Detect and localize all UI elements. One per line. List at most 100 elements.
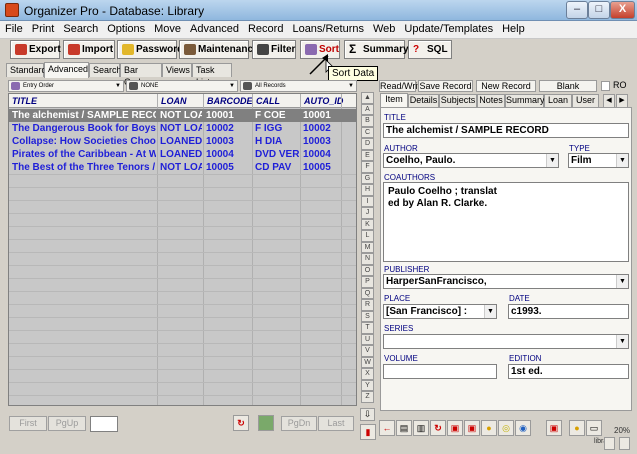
letter-index-x[interactable]: X [361,368,374,380]
order-select[interactable]: Entry Order ▼ [8,80,124,92]
menu-print[interactable]: Print [27,21,59,35]
chevron-down-icon[interactable]: ▼ [616,154,628,167]
sql-button[interactable]: ? SQL [408,40,452,59]
summary-button[interactable]: Σ Summary [344,40,409,59]
letter-index-r[interactable]: R [361,299,374,311]
print-icon[interactable]: ▤ [396,420,412,436]
table-row[interactable]: The Best of the Three Tenors / S NOT LOAN… [9,161,356,174]
letter-index-b[interactable]: B [361,115,374,127]
letter-index-e[interactable]: E [361,149,374,161]
library-icon[interactable] [619,437,630,450]
trash-icon[interactable]: ▥ [413,420,429,436]
scroll-up-arrow[interactable]: ▲ [361,92,374,104]
tab-bar-code[interactable]: Bar Code [120,63,162,87]
volume-field[interactable] [383,364,497,379]
letter-index-c[interactable]: C [361,126,374,138]
refresh-icon[interactable]: ↻ [430,420,446,436]
letter-index-g[interactable]: G [361,172,374,184]
chevron-down-icon[interactable]: ▼ [484,305,496,318]
column-title[interactable]: TITLE [12,96,37,106]
column-call[interactable]: CALL [256,96,280,106]
new-record-button[interactable]: New Record [476,80,536,92]
menu-web[interactable]: Web [368,21,399,35]
ro-checkbox[interactable] [601,81,610,91]
menu-help[interactable]: Help [497,21,529,35]
tab-standard[interactable]: Standard [6,63,47,77]
column-loan[interactable]: LOAN [161,96,187,106]
date-field[interactable]: c1993. [508,304,629,319]
record-number-input[interactable] [90,416,118,432]
letter-index-k[interactable]: K [361,218,374,230]
letter-index-w[interactable]: W [361,356,374,368]
letter-index-t[interactable]: T [361,322,374,334]
tab-item[interactable]: Item [380,93,408,107]
tab-loan[interactable]: Loan [544,94,572,107]
tab-task-list[interactable]: Task List [192,63,232,87]
lightbulb-icon[interactable]: ● [481,420,497,436]
letter-index-d[interactable]: D [361,138,374,150]
grid-view-icon[interactable] [258,415,274,431]
letter-index-s[interactable]: S [361,310,374,322]
letter-index-u[interactable]: U [361,333,374,345]
chevron-down-icon[interactable]: ▼ [546,154,558,167]
warning-icon[interactable]: ▮ [360,424,376,440]
menu-advanced[interactable]: Advanced [185,21,243,35]
menu-file[interactable]: File [0,21,27,35]
minimize-button[interactable]: – [566,1,588,19]
table-row[interactable]: Pirates of the Caribbean - At Wo LOANED O… [9,148,356,161]
scroll-down-arrow[interactable]: ⇩ [360,408,375,421]
pgdn-button[interactable]: PgDn [281,416,317,431]
maintenance-button[interactable]: Maintenance [179,40,259,59]
menu-move[interactable]: Move [149,21,185,35]
first-button[interactable]: First [9,416,47,431]
table-row[interactable]: The Dangerous Book for Boys / S NOT LOANE… [9,122,356,135]
letter-index-m[interactable]: M [361,241,374,253]
copy-record-icon[interactable]: ▣ [447,420,463,436]
menu-record[interactable]: Record [243,21,287,35]
blank-button[interactable]: Blank [539,80,597,92]
tab-search[interactable]: Search [89,63,122,77]
tab-scroll-right-icon[interactable]: ▶ [616,94,628,107]
menu-update-templates[interactable]: Update/Templates [399,21,497,35]
chevron-down-icon[interactable]: ▼ [616,275,628,288]
export-record-icon[interactable]: ▣ [546,420,562,436]
password-button[interactable]: Password [117,40,183,59]
idea-icon[interactable]: ● [569,420,585,436]
filter-button[interactable]: Filter [252,40,296,59]
letter-index-q[interactable]: Q [361,287,374,299]
tab-user[interactable]: User [572,94,599,107]
letter-index-h[interactable]: H [361,184,374,196]
place-field[interactable]: [San Francisco] : ▼ [383,304,497,319]
records-select[interactable]: All Records ▼ [240,80,357,92]
paste-record-icon[interactable]: ▣ [464,420,480,436]
pgup-button[interactable]: PgUp [48,416,86,431]
book-icon[interactable] [604,437,615,450]
last-button[interactable]: Last [318,416,354,431]
edition-field[interactable]: 1st ed. [508,364,629,379]
search-icon[interactable]: ◎ [498,420,514,436]
tab-summary[interactable]: Summary [505,94,545,107]
tab-scroll-left-icon[interactable]: ◀ [603,94,615,107]
letter-index-f[interactable]: F [361,161,374,173]
letter-index-p[interactable]: P [361,276,374,288]
menu-search[interactable]: Search [58,21,102,35]
globe-icon[interactable]: ◉ [515,420,531,436]
coauthors-field[interactable]: Paulo Coelho ; translat ed by Alan R. Cl… [383,182,629,262]
letter-index-z[interactable]: Z [361,391,374,403]
close-button[interactable]: X [610,1,635,19]
series-field[interactable]: ▼ [383,334,629,349]
author-field[interactable]: Coelho, Paulo. ▼ [383,153,559,168]
tab-details[interactable]: Details [408,94,439,107]
tab-views[interactable]: Views [162,63,192,77]
refresh-icon[interactable]: ↻ [233,415,249,431]
column-auto-id[interactable]: AUTO_ID [304,96,343,106]
menu-options[interactable]: Options [102,21,149,35]
letter-index-i[interactable]: I [361,195,374,207]
type-field[interactable]: Film ▼ [568,153,629,168]
export-button[interactable]: Export [10,40,61,59]
tab-subjects[interactable]: Subjects [439,94,477,107]
folder-icon[interactable]: ▭ [586,420,602,436]
tab-notes[interactable]: Notes [477,94,505,107]
letter-index-n[interactable]: N [361,253,374,265]
table-row[interactable]: Collapse: How Societies Choose LOANED OUT… [9,135,356,148]
